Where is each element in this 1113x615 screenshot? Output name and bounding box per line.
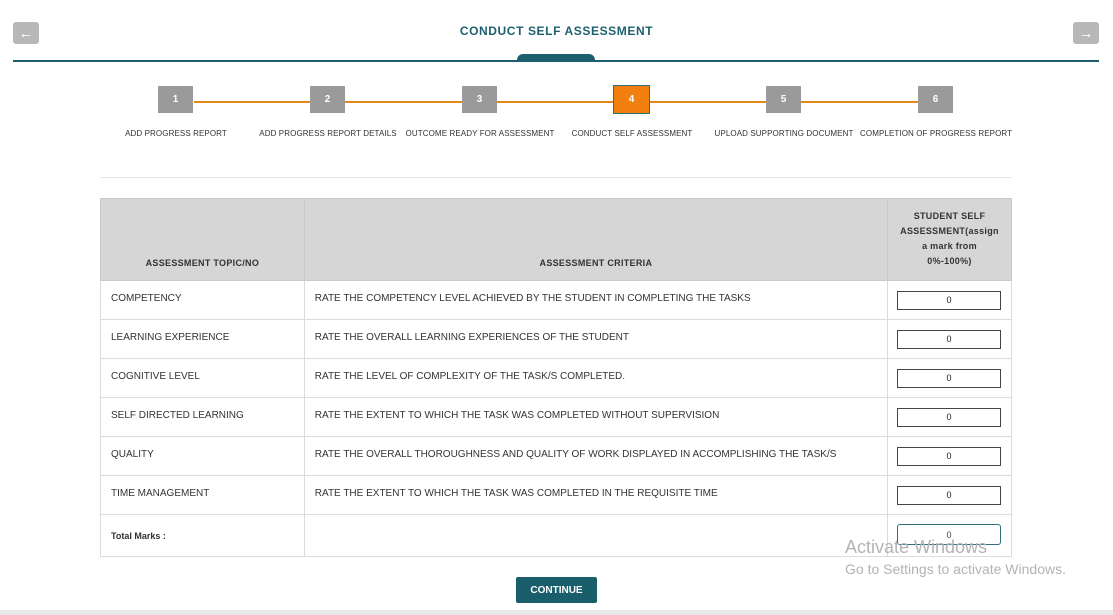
- progress-stepper: 1 2 3 4 5 6 ADD PROGRESS REPORT ADD PROG…: [100, 85, 1012, 145]
- section-divider: [100, 177, 1012, 178]
- row-criteria: RATE THE COMPETENCY LEVEL ACHIEVED BY TH…: [303, 280, 888, 320]
- step-1-label: ADD PROGRESS REPORT: [125, 129, 227, 138]
- quality-score-input[interactable]: [896, 446, 1001, 466]
- total-marks-label: Total Marks :: [100, 514, 305, 557]
- self-directed-learning-score-input[interactable]: [896, 407, 1001, 427]
- row-criteria: RATE THE EXTENT TO WHICH THE TASK WAS CO…: [303, 397, 888, 437]
- row-topic: SELF DIRECTED LEARNING: [100, 397, 305, 437]
- stepper-connector: [802, 101, 920, 103]
- header-self-assessment: STUDENT SELF ASSESSMENT(assign a mark fr…: [886, 198, 1013, 281]
- continue-button[interactable]: CONTINUE: [516, 577, 597, 603]
- table-row: LEARNING EXPERIENCE RATE THE OVERALL LEA…: [100, 319, 1013, 359]
- watermark-subtitle: Go to Settings to activate Windows.: [845, 561, 1066, 577]
- step-5-label: UPLOAD SUPPORTING DOCUMENT: [714, 129, 854, 138]
- step-4-box[interactable]: 4: [613, 85, 650, 114]
- row-criteria: RATE THE OVERALL LEARNING EXPERIENCES OF…: [303, 319, 888, 359]
- next-button[interactable]: →: [1073, 22, 1099, 44]
- header-topic: ASSESSMENT TOPIC/NO: [100, 198, 305, 281]
- table-row: COMPETENCY RATE THE COMPETENCY LEVEL ACH…: [100, 280, 1013, 320]
- row-criteria: RATE THE EXTENT TO WHICH THE TASK WAS CO…: [303, 475, 888, 515]
- row-criteria: RATE THE LEVEL OF COMPLEXITY OF THE TASK…: [303, 358, 888, 398]
- table-row: TIME MANAGEMENT RATE THE EXTENT TO WHICH…: [100, 475, 1013, 515]
- learning-experience-score-input[interactable]: [896, 329, 1001, 349]
- table-row: COGNITIVE LEVEL RATE THE LEVEL OF COMPLE…: [100, 358, 1013, 398]
- row-topic: LEARNING EXPERIENCE: [100, 319, 305, 359]
- row-topic: QUALITY: [100, 436, 305, 476]
- stepper-connector: [194, 101, 802, 103]
- step-3-box[interactable]: 3: [462, 86, 497, 113]
- header-criteria: ASSESSMENT CRITERIA: [303, 198, 888, 281]
- total-marks-field: [896, 524, 1001, 545]
- row-topic: COMPETENCY: [100, 280, 305, 320]
- step-6-box[interactable]: 6: [918, 86, 953, 113]
- assessment-table: ASSESSMENT TOPIC/NO ASSESSMENT CRITERIA …: [100, 198, 1013, 557]
- table-row: QUALITY RATE THE OVERALL THOROUGHNESS AN…: [100, 436, 1013, 476]
- time-management-score-input[interactable]: [896, 485, 1001, 505]
- page-title: CONDUCT SELF ASSESSMENT: [459, 24, 654, 38]
- table-row: SELF DIRECTED LEARNING RATE THE EXTENT T…: [100, 397, 1013, 437]
- total-spacer: [303, 514, 888, 557]
- total-row: Total Marks :: [100, 514, 1013, 557]
- step-1-box[interactable]: 1: [158, 86, 193, 113]
- cognitive-level-score-input[interactable]: [896, 368, 1001, 388]
- row-topic: COGNITIVE LEVEL: [100, 358, 305, 398]
- step-3-label: OUTCOME READY FOR ASSESSMENT: [405, 129, 555, 138]
- step-5-box[interactable]: 5: [766, 86, 801, 113]
- step-2-label: ADD PROGRESS REPORT DETAILS: [259, 129, 397, 138]
- step-4-label: CONDUCT SELF ASSESSMENT: [571, 129, 693, 138]
- title-divider: [13, 60, 1099, 62]
- step-6-label: COMPLETION OF PROGRESS REPORT: [860, 129, 1013, 138]
- row-criteria: RATE THE OVERALL THOROUGHNESS AND QUALIT…: [303, 436, 888, 476]
- competency-score-input[interactable]: [896, 290, 1001, 310]
- arrow-right-icon: →: [1078, 24, 1094, 42]
- step-2-box[interactable]: 2: [310, 86, 345, 113]
- row-topic: TIME MANAGEMENT: [100, 475, 305, 515]
- bottom-bar: [0, 610, 1113, 615]
